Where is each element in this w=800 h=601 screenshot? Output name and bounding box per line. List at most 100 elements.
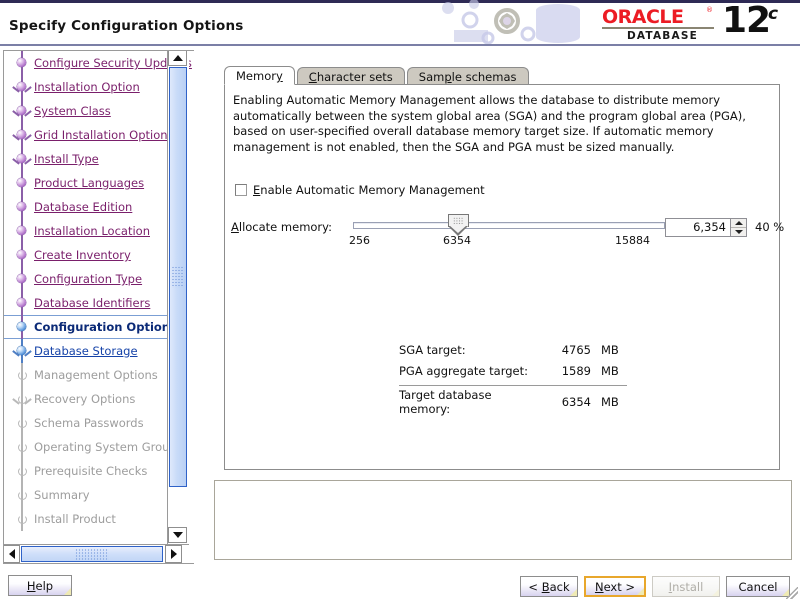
- vertical-scrollbar-thumb[interactable]: [169, 67, 187, 487]
- allocate-memory-percent: 40 %: [755, 220, 785, 234]
- sidebar-item-label: Configuration Type: [34, 272, 143, 286]
- enable-amm-checkbox[interactable]: [235, 184, 247, 196]
- step-node-icon: [14, 363, 30, 387]
- registered-trademark-icon: ®: [706, 6, 713, 14]
- sidebar-item-system-class[interactable]: System Class: [4, 99, 170, 123]
- enable-automatic-memory-management-row[interactable]: Enable Automatic Memory Management: [235, 183, 485, 197]
- pga-aggregate-target-value: 1589: [561, 363, 591, 378]
- sidebar-item-label: Installation Location: [34, 224, 150, 238]
- sidebar-item-label: Configuration Options: [34, 320, 177, 334]
- sidebar-item-grid-installation-options[interactable]: Grid Installation Options: [4, 123, 174, 147]
- scroll-right-button[interactable]: [165, 545, 182, 563]
- sidebar-item-product-languages[interactable]: Product Languages: [4, 171, 170, 195]
- oracle-wordmark: ORACLE: [602, 6, 684, 28]
- sidebar-item-label: Schema Passwords: [34, 416, 144, 430]
- pga-aggregate-target-label: PGA aggregate target:: [399, 363, 528, 378]
- summary-separator: [399, 385, 627, 386]
- scroll-left-button[interactable]: [4, 545, 20, 563]
- window-resize-grip[interactable]: [786, 587, 798, 599]
- page-title: Specify Configuration Options: [9, 18, 244, 34]
- logo-divider-rule: [602, 27, 714, 29]
- summary-total-row: Target database memory: 6354 MB: [399, 388, 629, 416]
- sidebar-item-create-inventory[interactable]: Create Inventory: [4, 243, 170, 267]
- sidebar-item-installation-option[interactable]: Installation Option: [4, 75, 170, 99]
- sidebar-item-label: Recovery Options: [34, 392, 136, 406]
- sidebar-item-label: Summary: [34, 488, 90, 502]
- header-banner: Specify Configuration Options ORACLE ® D…: [0, 0, 800, 46]
- slider-thumb-point-inner: [449, 225, 468, 234]
- allocate-memory-spinner[interactable]: 6,354: [665, 218, 747, 237]
- horizontal-scrollbar-thumb[interactable]: [21, 546, 163, 562]
- memory-description-text: Enabling Automatic Memory Management all…: [233, 93, 746, 154]
- sidebar-item-database-storage[interactable]: Database Storage: [4, 339, 170, 363]
- step-node-icon: [14, 147, 30, 171]
- sidebar-item-install-type[interactable]: Install Type: [4, 147, 170, 171]
- sidebar-item-configuration-options[interactable]: Configuration Options: [4, 315, 177, 339]
- sga-target-unit: MB: [601, 342, 619, 357]
- allocate-memory-label: Allocate memory:: [231, 220, 332, 234]
- sidebar-item-configuration-type[interactable]: Configuration Type: [4, 267, 170, 291]
- spinner-value[interactable]: 6,354: [666, 219, 730, 236]
- slider-track[interactable]: [353, 222, 665, 229]
- spinner-increment-button[interactable]: [731, 219, 746, 228]
- slider-thumb[interactable]: [448, 214, 469, 236]
- sidebar-vertical-scrollbar[interactable]: [167, 51, 189, 545]
- step-node-icon: [14, 459, 30, 483]
- main-content-area: Memory Character sets Sample schemas Enabl…: [224, 66, 784, 471]
- sidebar-item-summary: Summary: [4, 483, 170, 507]
- cancel-button[interactable]: Cancel: [726, 576, 790, 597]
- spinner-buttons: [730, 219, 746, 236]
- next-button-label: Next >: [594, 579, 636, 594]
- oracle-version-suffix: c: [768, 4, 779, 24]
- slider-min-tick-label: 256: [349, 234, 370, 247]
- slider-current-tick-label: 6354: [443, 234, 471, 247]
- memory-summary-table: SGA target: 4765 MB PGA aggregate target…: [399, 339, 629, 416]
- sidebar-horizontal-scrollbar[interactable]: [4, 544, 189, 563]
- step-node-icon: [14, 219, 30, 243]
- sidebar-item-schema-passwords: Schema Passwords: [4, 411, 170, 435]
- help-button-label: Help: [26, 578, 54, 593]
- step-node-icon: [14, 387, 30, 411]
- scroll-down-button[interactable]: [168, 527, 187, 543]
- chevron-left-icon: [8, 549, 15, 559]
- step-node-icon: [14, 483, 30, 507]
- enable-amm-label: Enable Automatic Memory Management: [253, 183, 485, 197]
- scrollbar-grip-icon: [171, 266, 185, 288]
- sidebar-item-label: Install Product: [34, 512, 116, 526]
- sidebar-item-configure-security-updates[interactable]: Configure Security Updates: [4, 51, 192, 75]
- help-button[interactable]: Help: [8, 575, 72, 596]
- tab-character-sets[interactable]: Character sets: [296, 67, 405, 85]
- step-node-icon: [14, 315, 30, 339]
- memory-tab-panel: Enabling Automatic Memory Management all…: [224, 84, 784, 470]
- sidebar-item-label: Database Edition: [34, 200, 133, 214]
- caret-down-icon: [734, 230, 743, 234]
- sidebar-item-install-product: Install Product: [4, 507, 170, 531]
- sidebar-item-label: Grid Installation Options: [34, 128, 174, 142]
- installer-step-sidebar: Configure Security Updates Installation O…: [3, 50, 194, 564]
- sidebar-item-installation-location[interactable]: Installation Location: [4, 219, 170, 243]
- spinner-decrement-button[interactable]: [731, 228, 746, 236]
- caret-up-icon: [734, 221, 743, 225]
- tab-sample-schemas[interactable]: Sample schemas: [406, 67, 529, 85]
- next-button[interactable]: Next >: [584, 576, 646, 597]
- tab-label: Memory: [236, 69, 283, 83]
- step-node-icon: [14, 267, 30, 291]
- back-button[interactable]: < Back: [520, 576, 578, 597]
- step-node-icon: [14, 435, 30, 459]
- sidebar-item-database-edition[interactable]: Database Edition: [4, 195, 170, 219]
- step-node-icon: [14, 291, 30, 315]
- sidebar-item-label: Prerequisite Checks: [34, 464, 148, 478]
- sidebar-item-label: Product Languages: [34, 176, 145, 190]
- chevron-right-icon: [170, 549, 177, 559]
- scroll-up-button[interactable]: [168, 51, 187, 66]
- sidebar-item-label: Installation Option: [34, 80, 140, 94]
- allocate-memory-slider[interactable]: 256 6354 15884: [349, 213, 665, 247]
- target-database-memory-label: Target database memory:: [399, 387, 492, 416]
- tab-memory[interactable]: Memory: [224, 66, 295, 85]
- target-database-memory-unit: MB: [601, 394, 619, 409]
- oracle-logo: ORACLE ® DATABASE 12 c: [602, 0, 792, 44]
- step-node-icon: [14, 243, 30, 267]
- step-node-icon: [14, 339, 30, 363]
- header-bottom-rule: [0, 44, 800, 46]
- sidebar-item-database-identifiers[interactable]: Database Identifiers: [4, 291, 170, 315]
